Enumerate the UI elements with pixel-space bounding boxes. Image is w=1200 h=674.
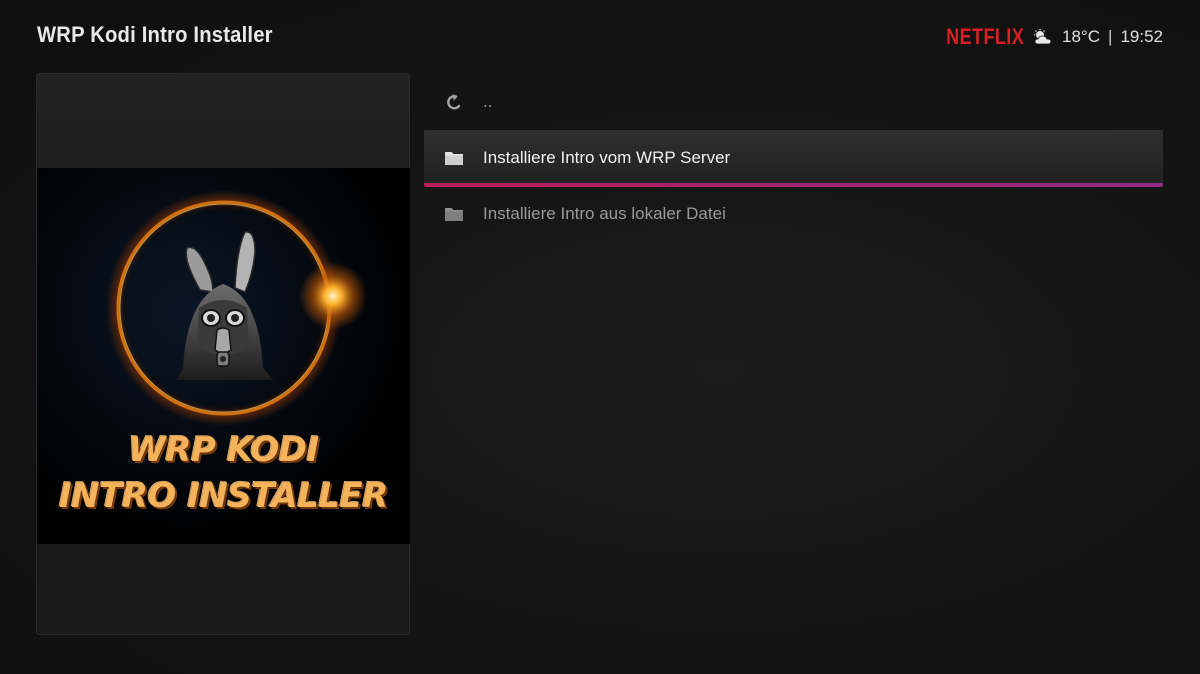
list-item-label: .. (483, 92, 493, 111)
status-bar: NETFLIX 18°C | 19:52 (929, 24, 1163, 50)
status-separator: | (1108, 27, 1113, 46)
addon-artwork: WRP KODI INTRO INSTALLER (37, 168, 410, 544)
file-list: .. Installiere Intro vom WRP Server Inst… (424, 74, 1163, 242)
folder-icon (445, 152, 463, 165)
folder-icon (445, 208, 463, 221)
thumbnail-top-band (37, 74, 409, 168)
list-item-label: Installiere Intro aus lokaler Datei (483, 204, 726, 223)
list-item-parent-directory[interactable]: .. (424, 74, 1163, 130)
clock: 19:52 (1120, 27, 1163, 46)
netflix-logo: NETFLIX (946, 24, 1025, 49)
list-item-install-from-local-file[interactable]: Installiere Intro aus lokaler Datei (424, 186, 1163, 242)
partly-cloudy-icon (1034, 29, 1052, 45)
kodi-window: WRP Kodi Intro Installer NETFLIX 18°C | … (0, 0, 1200, 674)
back-arrow-icon (447, 94, 461, 110)
temperature: 18°C (1062, 27, 1101, 46)
artwork-title-line-1: WRP KODI (128, 430, 319, 470)
list-item-label: Installiere Intro vom WRP Server (483, 148, 731, 167)
artwork-title-line-2: INTRO INSTALLER (59, 476, 388, 516)
thumbnail-panel: WRP KODI INTRO INSTALLER (36, 73, 410, 635)
list-item-install-from-server[interactable]: Installiere Intro vom WRP Server (424, 130, 1163, 187)
page-title: WRP Kodi Intro Installer (37, 22, 273, 47)
